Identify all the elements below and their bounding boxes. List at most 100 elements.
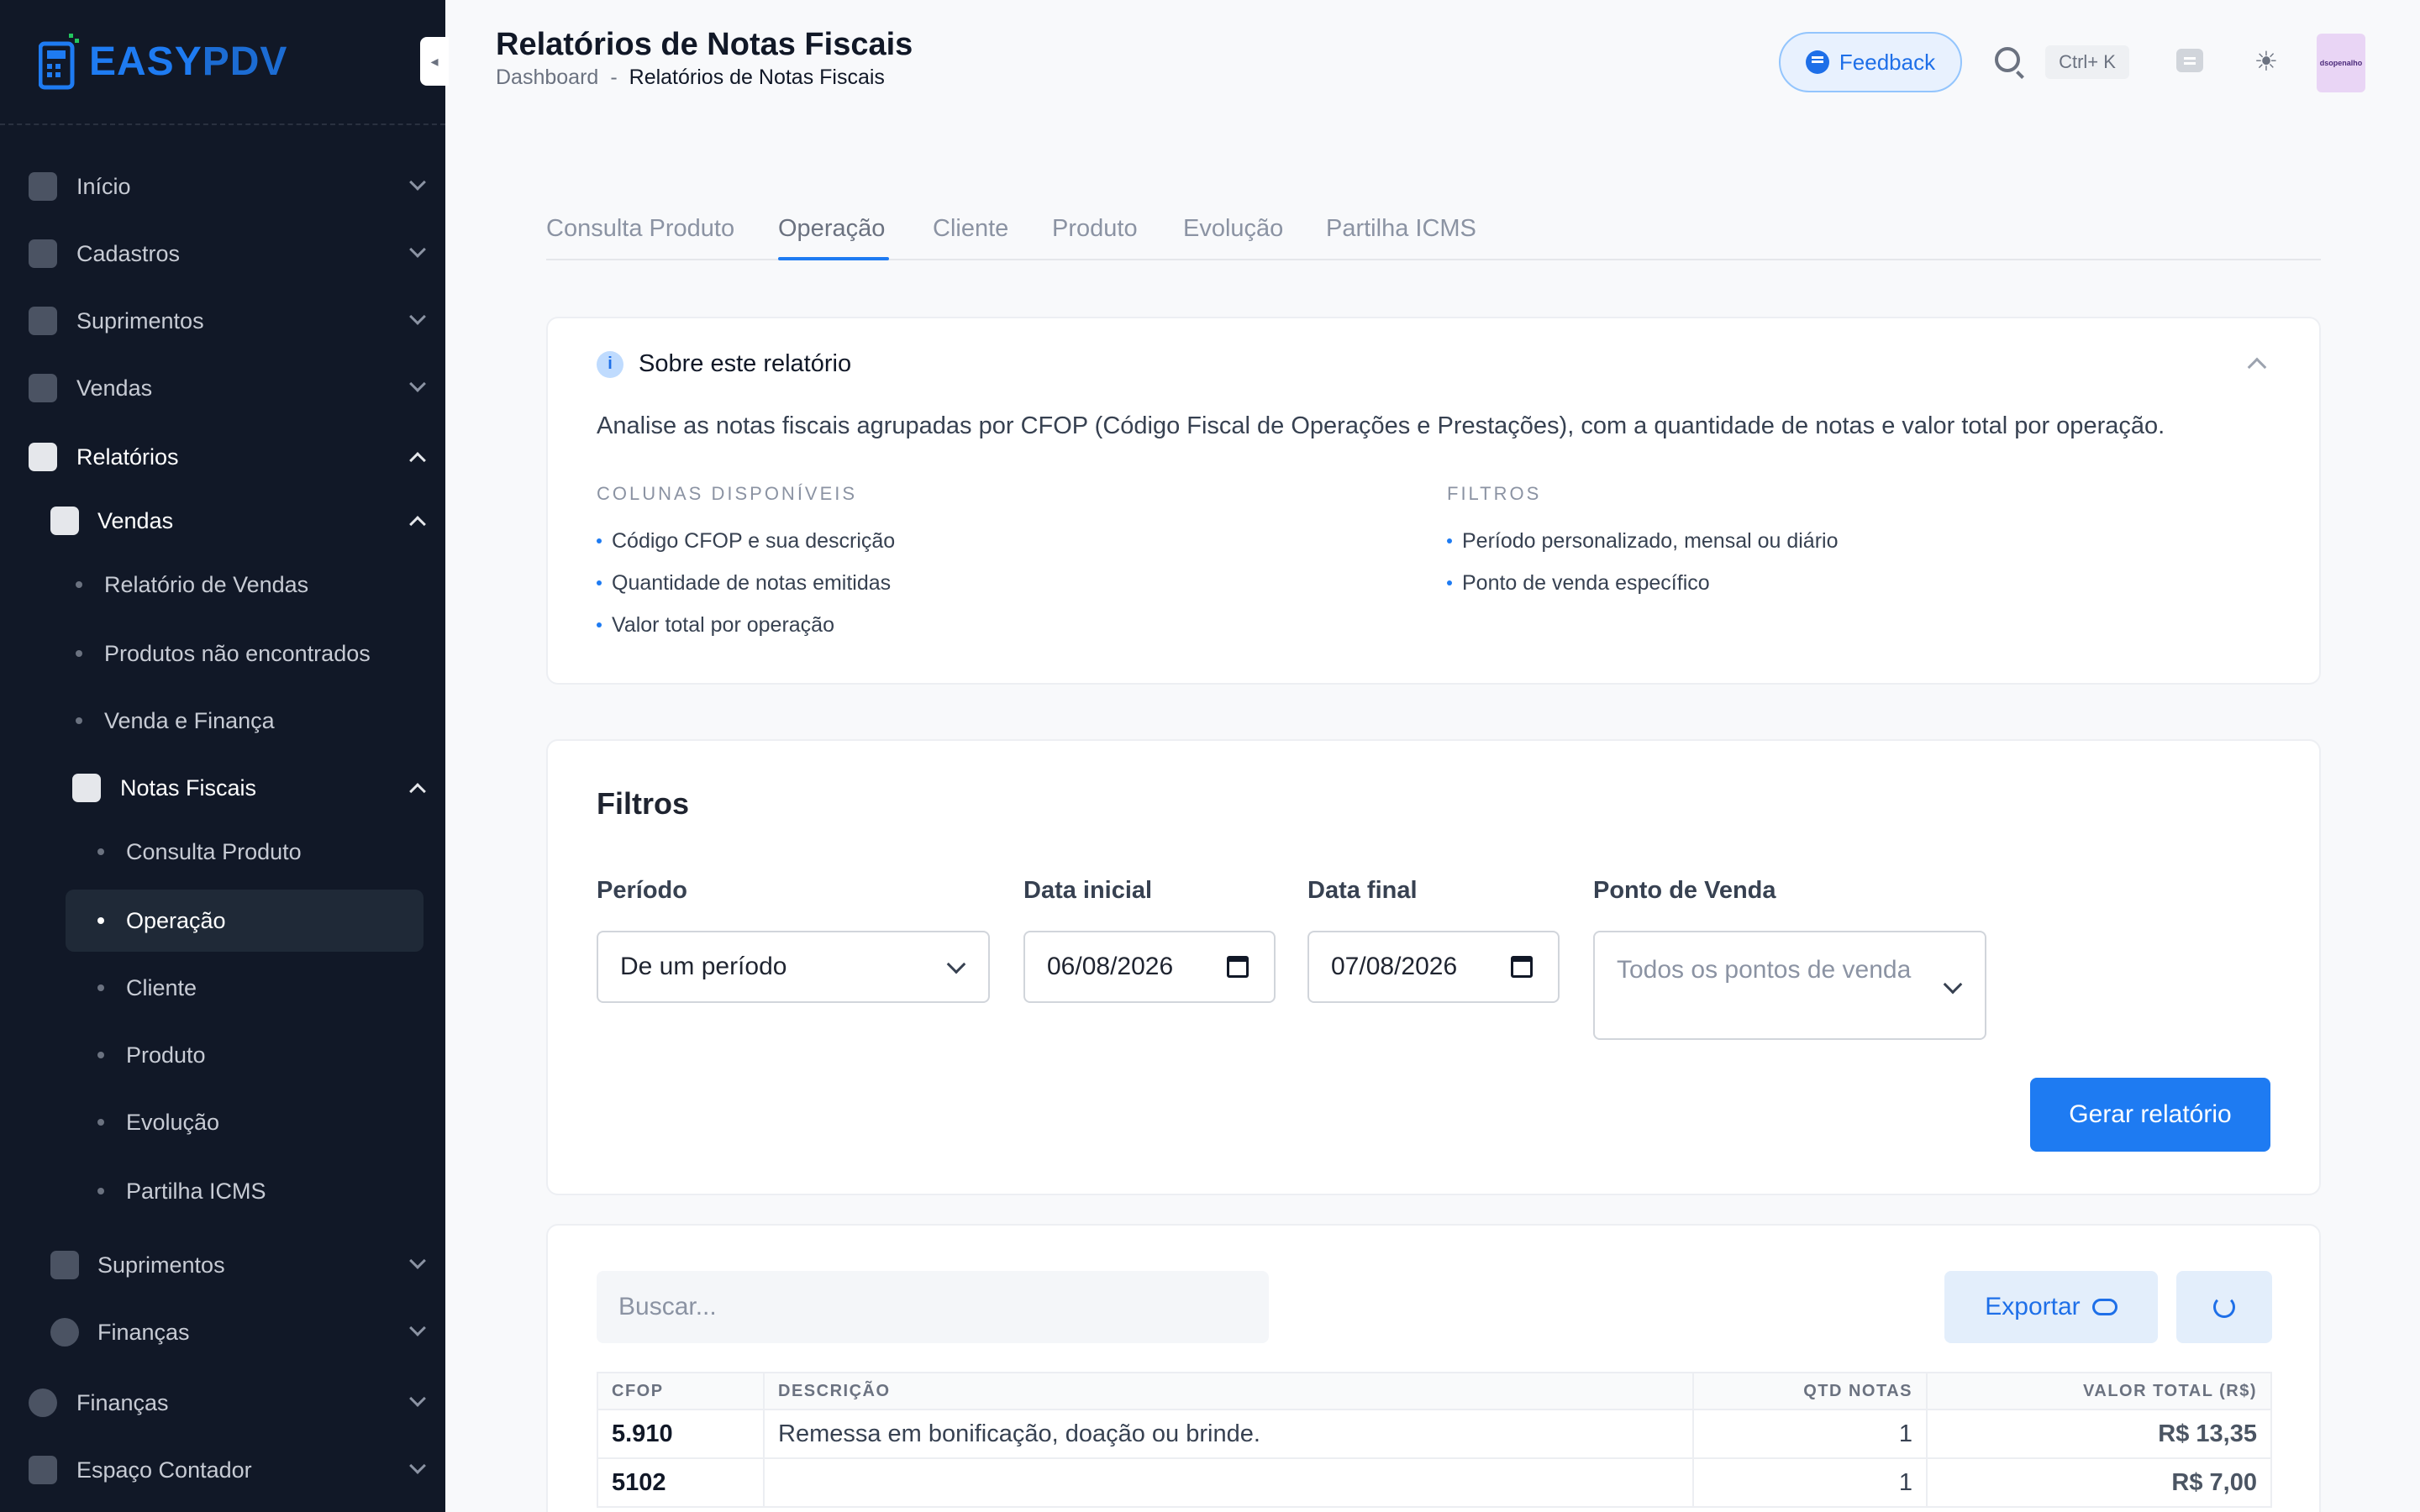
cell-qtd-notas: 1 — [1692, 1409, 1928, 1459]
sidebar-item-cliente[interactable]: Cliente — [0, 963, 445, 1013]
column-header-cfop[interactable]: CFOP — [597, 1372, 765, 1410]
sidebar-subitem-suprimentos[interactable]: Suprimentos — [0, 1240, 445, 1290]
sidebar-item-label: Suprimentos — [97, 1252, 225, 1278]
start-date-input[interactable]: 06/08/2026 — [1023, 931, 1276, 1003]
sidebar-item-cadastros[interactable]: Cadastros — [0, 228, 445, 279]
chat-icon[interactable] — [2176, 49, 2203, 72]
period-label: Período — [597, 877, 687, 904]
calendar-icon[interactable] — [1511, 956, 1533, 978]
end-date-input[interactable]: 07/08/2026 — [1307, 931, 1560, 1003]
tab-partilha-icms[interactable]: Partilha ICMS — [1326, 215, 1476, 243]
sidebar-item-relatorio-vendas[interactable]: Relatório de Vendas — [0, 559, 445, 610]
sun-icon[interactable]: ☀ — [2254, 46, 2279, 76]
document-icon — [72, 774, 101, 802]
column-header-descricao[interactable]: DESCRIÇÃO — [763, 1372, 1694, 1410]
pos-select[interactable]: Todos os pontos de venda — [1593, 931, 1986, 1040]
list-item: Período personalizado, mensal ou diário — [1447, 520, 1839, 562]
feedback-button[interactable]: Feedback — [1779, 32, 1962, 92]
about-report-toggle[interactable]: i Sobre este relatório — [597, 350, 851, 378]
bullet-icon — [97, 984, 104, 991]
generate-report-button[interactable]: Gerar relatório — [2030, 1078, 2270, 1152]
sidebar-item-produtos-nao-encontrados[interactable]: Produtos não encontrados — [0, 628, 445, 679]
tab-cliente[interactable]: Cliente — [933, 215, 1008, 243]
bullet-icon — [97, 1119, 104, 1126]
calendar-icon[interactable] — [1227, 956, 1249, 978]
calculator-icon — [50, 507, 79, 535]
table-row[interactable]: 5102 1 R$ 7,00 — [597, 1457, 2272, 1508]
avatar[interactable]: dsopenalho — [2317, 34, 2365, 92]
box-icon — [29, 307, 57, 335]
sidebar-item-label: Relatórios — [76, 444, 179, 470]
breadcrumb-root[interactable]: Dashboard — [496, 66, 598, 90]
bullet-icon — [97, 848, 104, 855]
sidebar-item-operacao[interactable]: Operação — [66, 890, 424, 952]
refresh-icon — [2213, 1296, 2235, 1318]
chevron-down-icon — [409, 1252, 426, 1269]
pos-label: Ponto de Venda — [1593, 877, 1776, 904]
bullet-icon — [76, 650, 82, 657]
sidebar-item-label: Cadastros — [76, 240, 181, 266]
sidebar-item-consulta-produto[interactable]: Consulta Produto — [0, 827, 445, 877]
table-row[interactable]: 5.910 Remessa em bonificação, doação ou … — [597, 1409, 2272, 1459]
period-select[interactable]: De um período — [597, 931, 990, 1003]
sidebar-item-vendas[interactable]: Vendas — [0, 363, 445, 413]
sidebar-item-relatorios[interactable]: Relatórios — [0, 432, 445, 482]
calculator-icon — [29, 374, 57, 402]
feedback-label: Feedback — [1839, 49, 1936, 75]
list-item: Valor total por operação — [597, 604, 895, 646]
sidebar-item-notas-fiscais[interactable]: Notas Fiscais — [0, 763, 445, 813]
export-button[interactable]: Exportar — [1944, 1271, 2158, 1343]
start-date-value: 06/08/2026 — [1047, 953, 1174, 980]
chevron-down-icon — [409, 308, 426, 325]
collapse-sidebar-button[interactable]: ◂ — [420, 37, 449, 86]
sidebar-item-label: Cliente — [126, 974, 197, 1000]
refresh-button[interactable] — [2176, 1271, 2272, 1343]
search-input[interactable] — [597, 1271, 1269, 1343]
sidebar-item-label: Vendas — [76, 375, 153, 401]
box-icon — [50, 1251, 79, 1279]
sidebar-item-label: Suprimentos — [76, 307, 204, 333]
breadcrumb-current: Relatórios de Notas Fiscais — [629, 66, 885, 89]
sidebar-subitem-vendas[interactable]: Vendas — [0, 496, 445, 546]
sidebar-item-financas[interactable]: Finanças — [0, 1378, 445, 1428]
chevron-down-icon — [946, 954, 966, 974]
about-report-card: i Sobre este relatório Analise as notas … — [546, 317, 2321, 685]
sidebar-item-label: Relatório de Vendas — [104, 571, 309, 597]
calculator-icon — [29, 1456, 57, 1484]
info-icon: i — [597, 350, 623, 378]
end-date-label: Data final — [1307, 877, 1418, 904]
tab-consulta-produto[interactable]: Consulta Produto — [546, 215, 734, 243]
sidebar-item-espaco-contador[interactable]: Espaço Contador — [0, 1445, 445, 1495]
chevron-down-icon — [409, 1320, 426, 1336]
sidebar-item-partilha-icms[interactable]: Partilha ICMS — [0, 1166, 445, 1216]
cell-valor-total: R$ 13,35 — [1926, 1409, 2272, 1459]
bullet-icon — [76, 581, 82, 588]
chevron-up-icon — [409, 783, 426, 800]
column-header-qtd-notas[interactable]: QTD NOTAS — [1692, 1372, 1928, 1410]
tab-evolucao[interactable]: Evolução — [1183, 215, 1283, 243]
chevron-up-icon[interactable] — [2247, 357, 2267, 377]
sidebar-item-inicio[interactable]: Início — [0, 161, 445, 212]
sidebar-subitem-financas[interactable]: Finanças — [0, 1307, 445, 1357]
chevron-down-icon — [409, 241, 426, 258]
tab-produto[interactable]: Produto — [1052, 215, 1138, 243]
chevron-down-icon — [1943, 974, 1963, 995]
sidebar-item-label: Notas Fiscais — [120, 774, 257, 801]
tab-operacao[interactable]: Operação — [778, 215, 885, 243]
sidebar-item-label: Consulta Produto — [126, 838, 302, 864]
sidebar-item-venda-financa[interactable]: Venda e Finança — [0, 696, 445, 746]
logo-icon — [39, 34, 79, 90]
sidebar-item-suprimentos[interactable]: Suprimentos — [0, 296, 445, 346]
breadcrumb-separator: - — [610, 66, 618, 89]
sidebar-item-evolucao[interactable]: Evolução — [0, 1097, 445, 1147]
column-header-valor-total[interactable]: VALOR TOTAL (R$) — [1926, 1372, 2272, 1410]
sidebar-item-produto[interactable]: Produto — [0, 1030, 445, 1080]
feedback-icon — [1805, 50, 1829, 74]
app-logo[interactable]: EASYPDV — [39, 29, 287, 94]
search-icon[interactable] — [1995, 47, 2020, 72]
sidebar-item-label: Finanças — [76, 1389, 169, 1415]
table-header-row: CFOP DESCRIÇÃO QTD NOTAS VALOR TOTAL (R$… — [597, 1372, 2272, 1410]
cell-descricao: Remessa em bonificação, doação ou brinde… — [763, 1409, 1694, 1459]
filters-info-title: FILTROS — [1447, 483, 1542, 504]
sidebar-item-label: Operação — [126, 907, 226, 933]
